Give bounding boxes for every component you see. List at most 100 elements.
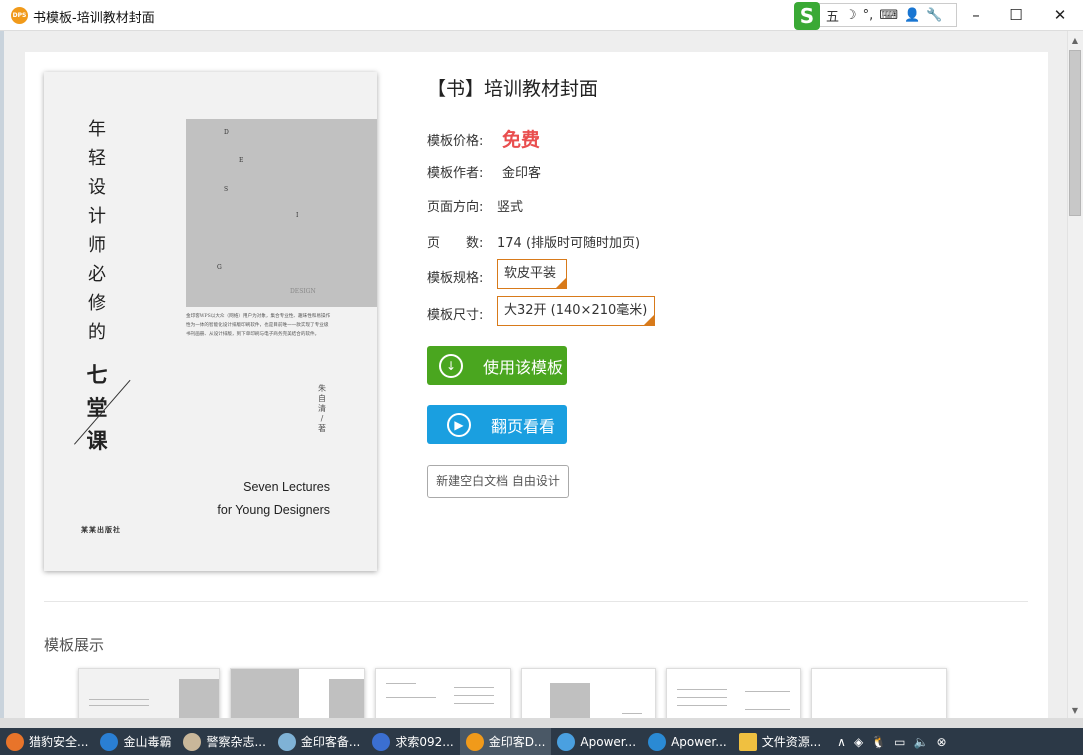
author-char: /	[320, 414, 324, 423]
user-icon[interactable]: 👤	[904, 8, 920, 23]
price-label: 模板价格:	[427, 134, 484, 149]
taskbar-label: 金印客D...	[488, 735, 546, 749]
pages-label: 页 数:	[427, 236, 484, 251]
author-char: 著	[318, 424, 326, 433]
sogou-logo-icon[interactable]: S	[794, 2, 820, 30]
duba-icon	[100, 732, 119, 751]
ime-wubi-icon[interactable]: 五	[826, 6, 839, 25]
system-tray: ∧ ◈ 🐧 ▭ 🔈 ⊗	[837, 735, 946, 749]
taskbar-label: 警察杂志...	[206, 735, 266, 749]
background-window-edge	[0, 31, 4, 721]
taskbar-label: Apower...	[580, 734, 637, 749]
notes-icon	[277, 732, 296, 751]
check-corner-icon	[555, 277, 566, 288]
cover-author: 朱 自 清 / 著	[317, 384, 327, 434]
document-icon	[183, 732, 202, 751]
background-window-strip	[0, 718, 1083, 728]
divider	[44, 601, 1028, 602]
show-hidden-icons-icon[interactable]: ∧	[837, 735, 846, 749]
showcase-heading: 模板展示	[44, 636, 105, 654]
apowersoft-recorder-icon	[557, 732, 576, 751]
title-char: 年	[88, 119, 106, 140]
scroll-down-icon[interactable]: ▼	[1069, 706, 1081, 715]
cover-publisher: 某某出版社	[81, 526, 121, 534]
wrench-icon[interactable]: 🔧	[926, 8, 942, 23]
design-graphic-block: D E S I G DESIGN	[186, 119, 377, 307]
author-char: 清	[318, 404, 326, 413]
spec-label: 模板规格:	[427, 271, 484, 286]
taskbar: 猎豹安全... 金山毒霸 警察杂志... 金印客备... 求索092... 金印…	[0, 728, 1083, 755]
design-letter: S	[224, 186, 229, 193]
dps-icon	[465, 732, 484, 751]
taskbar-item[interactable]: 求索092...	[366, 728, 459, 755]
ime-toolbar[interactable]: S 五 ☽ °, ⌨ 👤 🔧	[794, 2, 957, 30]
apowersoft-icon	[648, 732, 667, 751]
use-template-label: 使用该模板	[483, 357, 564, 377]
size-option-selected[interactable]: 大32开 (140×210毫米)	[497, 296, 655, 326]
design-letter: I	[296, 212, 299, 219]
taskbar-item[interactable]: 猎豹安全...	[0, 728, 94, 755]
orientation-value: 竖式	[497, 200, 524, 215]
download-icon: ↓	[439, 353, 463, 378]
design-letter: G	[217, 264, 222, 271]
new-blank-document-button[interactable]: 新建空白文档 自由设计	[427, 465, 569, 498]
flip-preview-label: 翻页看看	[491, 416, 556, 436]
author-label: 模板作者:	[427, 166, 484, 181]
title-bar: DPS 书模板-培训教材封面 S 五 ☽ °, ⌨ 👤 🔧 – ☐ ✕	[0, 0, 1083, 31]
template-title: 【书】培训教材封面	[427, 78, 599, 100]
maximize-button[interactable]: ☐	[996, 4, 1036, 26]
author-char: 自	[318, 394, 326, 403]
window-title: 书模板-培训教材封面	[33, 11, 155, 26]
battery-icon[interactable]: ▭	[894, 735, 905, 749]
taskbar-label: 金山毒霸	[123, 735, 172, 749]
title-char-big: 七	[86, 363, 108, 387]
title-char: 轻	[88, 148, 106, 169]
qq-icon[interactable]: 🐧	[871, 735, 886, 749]
english-line: for Young Designers	[217, 503, 330, 517]
taskbar-item[interactable]: 文件资源...	[733, 728, 827, 755]
close-circle-icon[interactable]: ⊗	[936, 735, 946, 749]
spec-option-selected[interactable]: 软皮平装	[497, 259, 567, 289]
taskbar-label: 猎豹安全...	[29, 735, 89, 749]
taskbar-item[interactable]: 警察杂志...	[177, 728, 271, 755]
size-value: 大32开 (140×210毫米)	[504, 303, 648, 318]
volume-icon[interactable]: 🔈	[913, 735, 928, 749]
title-char: 修	[88, 293, 106, 314]
author-value: 金印客	[502, 166, 542, 181]
price-value: 免费	[502, 129, 541, 151]
spec-value: 软皮平装	[504, 266, 557, 281]
taskbar-item[interactable]: Apower...	[551, 728, 642, 755]
app-icon: DPS	[11, 7, 28, 24]
design-letter: D	[224, 129, 229, 136]
design-letter: E	[239, 157, 244, 164]
taskbar-item-active[interactable]: 金印客D...	[459, 728, 552, 755]
pages-value: 174 (排版时可随时加页)	[497, 236, 641, 251]
network-app-icon[interactable]: ◈	[854, 735, 863, 749]
title-char-big: 课	[86, 429, 108, 453]
taskbar-item[interactable]: Apower...	[642, 728, 733, 755]
moon-icon[interactable]: ☽	[845, 8, 857, 23]
taskbar-label: Apower...	[671, 734, 727, 749]
size-label: 模板尺寸:	[427, 308, 484, 323]
scrollbar-thumb[interactable]	[1069, 50, 1081, 216]
taskbar-item[interactable]: 金印客备...	[272, 728, 366, 755]
taskbar-item[interactable]: 金山毒霸	[94, 728, 177, 755]
folder-icon	[738, 732, 757, 751]
cover-english-title: Seven Lectures for Young Designers	[164, 476, 330, 522]
close-button[interactable]: ✕	[1040, 4, 1080, 26]
title-char: 师	[88, 235, 106, 256]
cover-vertical-title: 年 轻 设 计 师 必 修 的 七 堂 课	[86, 115, 108, 458]
minimize-button[interactable]: –	[956, 4, 996, 26]
cover-blurb: 金印客WPS以大众（网络）用户为对象，集合专业性、趣味性和易操作性为一体的智能化…	[186, 314, 331, 337]
title-char: 的	[88, 322, 106, 343]
punctuation-icon[interactable]: °,	[863, 8, 874, 23]
use-template-button[interactable]: ↓ 使用该模板	[427, 346, 567, 385]
scroll-up-icon[interactable]: ▲	[1069, 36, 1081, 45]
cover-preview: 年 轻 设 计 师 必 修 的 七 堂 课 D E S I G DESIGN 金…	[44, 72, 377, 571]
design-word: DESIGN	[290, 288, 316, 295]
keyboard-icon[interactable]: ⌨	[879, 8, 898, 23]
taskbar-label: 文件资源...	[761, 735, 822, 749]
flip-preview-button[interactable]: ▶ 翻页看看	[427, 405, 567, 444]
orientation-label: 页面方向:	[427, 200, 484, 215]
english-line: Seven Lectures	[243, 480, 330, 494]
